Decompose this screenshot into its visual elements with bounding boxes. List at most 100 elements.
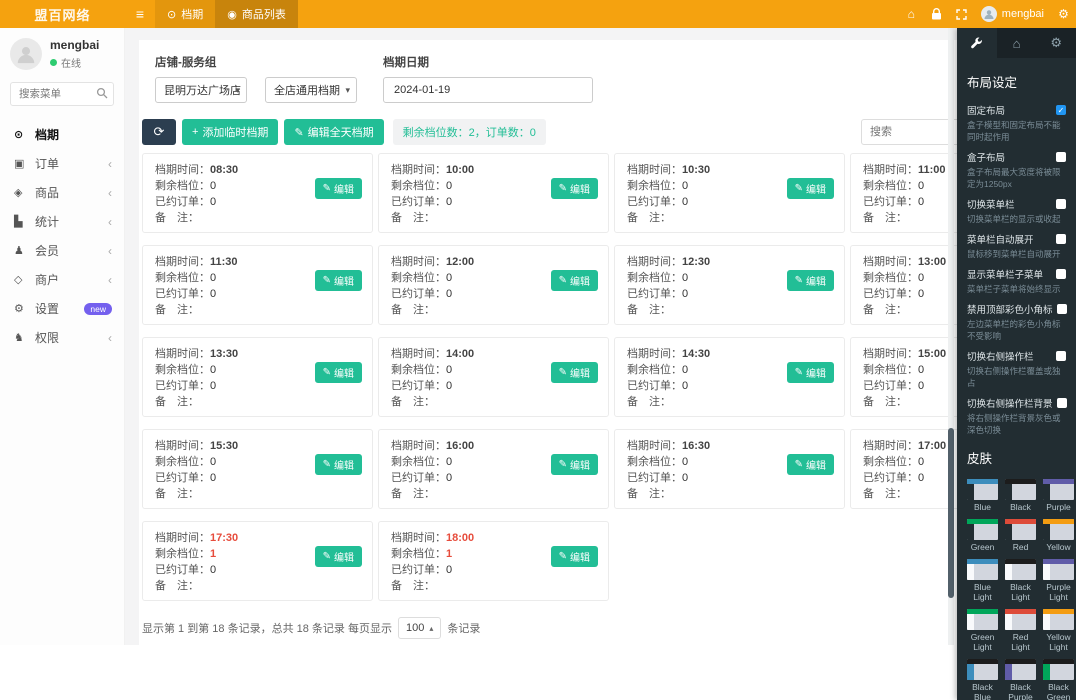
slot-note-row: 备 注： <box>627 394 832 410</box>
sidebar-item-permissions[interactable]: ♞ 权限 ‹ <box>0 323 124 352</box>
skin-black-purple[interactable]: Black Purple <box>1005 659 1036 700</box>
add-temp-slot-button[interactable]: + 添加临时档期 <box>182 119 279 145</box>
edit-all-day-button[interactable]: ✎ 编辑全天档期 <box>284 119 384 145</box>
skin-black-light[interactable]: Black Light <box>1005 559 1036 602</box>
slot-note-label: 备 注： <box>863 212 907 224</box>
swatch-sidebar <box>1043 524 1050 540</box>
store-select[interactable]: 昆明万达广场店 <box>155 77 247 103</box>
panel-option-checkbox-4[interactable] <box>1056 269 1066 279</box>
panel-option-checkbox-1[interactable] <box>1056 152 1066 162</box>
edit-slot-button[interactable]: ✎编辑 <box>550 362 598 383</box>
sidebar-item-orders[interactable]: ▣ 订单 ‹ <box>0 149 124 178</box>
skin-green-light[interactable]: Green Light <box>967 609 998 652</box>
skin-blue-light[interactable]: Blue Light <box>967 559 998 602</box>
panel-option-checkbox-5[interactable] <box>1056 304 1067 314</box>
tab-goods-list[interactable]: ◉ 商品列表 <box>215 0 298 28</box>
slot-time-row: 档期时间：16:30 <box>627 438 832 454</box>
slot-card: 档期时间：11:30 剩余档位：0 已约订单：0 备 注： ✎ 编辑 <box>142 245 373 325</box>
sidebar-item-settings[interactable]: ⚙ 设置 new <box>0 294 124 323</box>
brand-logo: 盟百网络 <box>34 7 91 23</box>
skin-red[interactable]: Red <box>1005 519 1036 552</box>
skin-green[interactable]: Green <box>967 519 998 552</box>
settings-panel-toggle[interactable]: ⚙ <box>1051 0 1076 28</box>
refresh-button[interactable]: ⟳ <box>142 119 176 145</box>
date-label: 档期日期 <box>383 57 429 69</box>
sidebar-item-schedule[interactable]: ⊙ 档期 <box>0 120 124 149</box>
slot-remaining-value: 1 <box>210 548 217 560</box>
slot-note-row: 备 注： <box>155 578 360 594</box>
tab-schedule[interactable]: ⊙ 档期 <box>155 0 216 28</box>
panel-option-checkbox-3[interactable] <box>1056 234 1066 244</box>
skin-purple[interactable]: Purple <box>1043 479 1074 512</box>
schedule-date-input[interactable] <box>383 77 593 103</box>
edit-slot-button[interactable]: ✎编辑 <box>550 546 598 567</box>
panel-tab-layout[interactable] <box>957 28 997 58</box>
slot-card: 档期时间：14:30 剩余档位：0 已约订单：0 备 注： ✎ 编辑 <box>614 337 845 417</box>
slot-time-value: 15:00 <box>918 348 947 360</box>
edit-slot-button[interactable]: ✎编辑 <box>550 454 598 475</box>
skin-black-green[interactable]: Black Green <box>1043 659 1074 700</box>
order-icon: ▣ <box>14 158 25 170</box>
sidebar-item-merchants[interactable]: ◇ 商户 ‹ <box>0 265 124 294</box>
skin-yellow-light[interactable]: Yellow Light <box>1043 609 1074 652</box>
slot-time-label: 档期时间： <box>627 348 682 360</box>
sidebar-toggle-button[interactable]: ≡ <box>125 0 155 28</box>
panel-option-desc: 菜单栏子菜单将始终显示 <box>967 284 1061 294</box>
page-size-select[interactable]: 100 <box>397 617 442 639</box>
edit-slot-button[interactable]: ✎编辑 <box>786 362 834 383</box>
home-button[interactable]: ⌂ <box>899 0 924 28</box>
panel-option-checkbox-7[interactable] <box>1056 398 1067 408</box>
slot-orders-label: 已约订单： <box>627 380 682 392</box>
edit-slot-button[interactable]: ✎编辑 <box>550 270 598 291</box>
edit-slot-button[interactable]: ✎编辑 <box>550 178 598 199</box>
schedule-type-select[interactable]: 全店通用档期 <box>265 77 357 103</box>
slot-note-label: 备 注： <box>391 304 435 316</box>
user-menu[interactable]: mengbai <box>974 6 1051 22</box>
slot-note-label: 备 注： <box>155 212 199 224</box>
panel-option-checkbox-2[interactable] <box>1056 199 1066 209</box>
skin-purple-light[interactable]: Purple Light <box>1043 559 1074 602</box>
edit-slot-button[interactable]: ✎编辑 <box>786 454 834 475</box>
slot-remaining-label: 剩余档位： <box>627 180 682 192</box>
swatch-sidebar <box>1005 484 1012 500</box>
sidebar-item-label: 订单 <box>35 157 60 171</box>
swatch-sidebar <box>1005 614 1012 630</box>
sidebar-item-goods[interactable]: ◈ 商品 ‹ <box>0 178 124 207</box>
slot-orders-value: 0 <box>446 288 453 300</box>
panel-tab-home[interactable]: ⌂ <box>997 28 1037 58</box>
swatch-sidebar <box>967 524 974 540</box>
skin-black[interactable]: Black <box>1005 479 1036 512</box>
skin-yellow[interactable]: Yellow <box>1043 519 1074 552</box>
lock-button[interactable] <box>924 0 949 28</box>
edit-slot-button[interactable]: ✎编辑 <box>786 270 834 291</box>
slot-time-row: 档期时间：10:00 <box>391 162 596 178</box>
panel-option-checkbox-6[interactable] <box>1056 351 1066 361</box>
swatch-sidebar <box>1005 524 1012 540</box>
edit-slot-label: 编辑 <box>334 553 354 564</box>
sidebar-item-members[interactable]: ♟ 会员 ‹ <box>0 236 124 265</box>
edit-slot-button[interactable]: ✎编辑 <box>314 178 362 199</box>
panel-tab-gears[interactable]: ⚙ <box>1036 28 1076 58</box>
fullscreen-button[interactable] <box>949 0 974 28</box>
slot-remaining-label: 剩余档位： <box>863 456 918 468</box>
edit-slot-button[interactable]: ✎编辑 <box>314 546 362 567</box>
edit-slot-button[interactable]: ✎编辑 <box>314 454 362 475</box>
sidebar-item-label: 商户 <box>35 273 60 287</box>
slot-remaining-value: 0 <box>918 180 925 192</box>
swatch-sidebar <box>967 664 974 680</box>
sidebar-item-stats[interactable]: ▙ 统计 ‹ <box>0 207 124 236</box>
member-icon: ♟ <box>14 245 24 257</box>
edit-slot-button[interactable]: ✎编辑 <box>314 270 362 291</box>
vertical-scrollbar[interactable] <box>948 28 954 645</box>
slot-remaining-label: 剩余档位： <box>863 272 918 284</box>
edit-slot-button[interactable]: ✎编辑 <box>314 362 362 383</box>
edit-slot-button[interactable]: ✎编辑 <box>786 178 834 199</box>
skin-black-blue[interactable]: Black Blue <box>967 659 998 700</box>
slot-time-value: 10:00 <box>446 164 475 176</box>
skin-red-light[interactable]: Red Light <box>1005 609 1036 652</box>
scrollbar-thumb[interactable] <box>948 428 954 598</box>
edit-slot-label: 编辑 <box>570 185 590 196</box>
slot-note-label: 备 注： <box>627 212 671 224</box>
skin-blue[interactable]: Blue <box>967 479 998 512</box>
panel-option-checkbox-0[interactable]: ✓ <box>1056 105 1066 115</box>
